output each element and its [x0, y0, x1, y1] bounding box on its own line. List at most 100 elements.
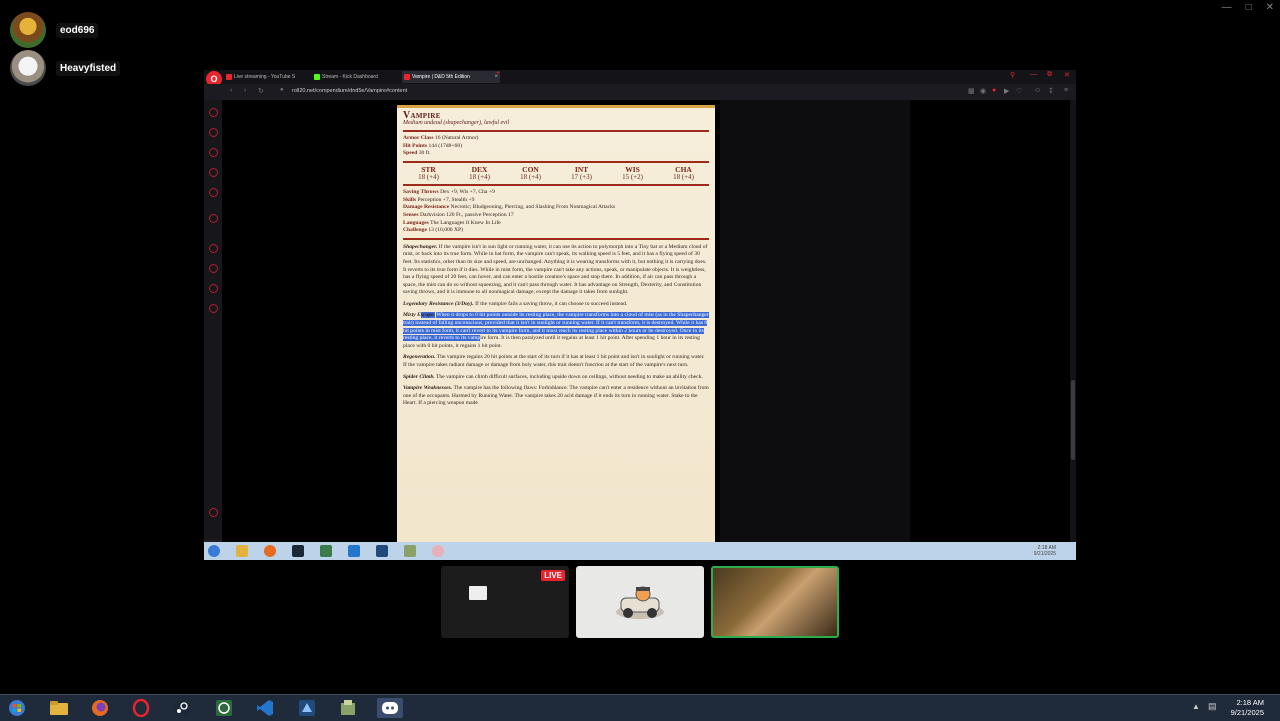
tab-kick[interactable]: Stream - Kick Dashboard × — [312, 71, 410, 83]
folder-icon[interactable] — [236, 545, 248, 557]
window-controls: — □ ✕ — [1222, 2, 1274, 13]
record-icon[interactable]: ● — [992, 87, 996, 94]
new-tab-icon[interactable]: + — [496, 70, 500, 77]
home-icon[interactable] — [209, 108, 218, 117]
trait-vampire-weaknesses: Vampire Weaknesses. The vampire has the … — [403, 385, 709, 407]
steam-icon[interactable] — [292, 545, 304, 557]
armor-class: Armor Class 16 (Natural Armor) — [403, 135, 479, 142]
minimize-icon[interactable]: — — [1030, 71, 1037, 78]
bookmark-icon[interactable] — [209, 304, 218, 313]
menu-icon[interactable]: ≡ — [1064, 87, 1068, 94]
stream-preview-screen[interactable]: LIVE — [441, 566, 569, 638]
opera-sidebar — [204, 100, 222, 540]
firefox-icon[interactable] — [89, 698, 111, 718]
avatar — [10, 50, 46, 86]
ability-str: STR 18 (+4) — [418, 164, 439, 181]
discord-icon[interactable] — [377, 698, 403, 718]
vscode-icon[interactable] — [348, 545, 360, 557]
history-icon[interactable] — [209, 128, 218, 137]
steam-icon[interactable] — [171, 698, 193, 718]
senses: Senses Darkvision 120 Ft., passive Perce… — [403, 211, 514, 218]
start-icon[interactable] — [208, 545, 220, 557]
ability-cha: CHA 18 (+4) — [673, 164, 694, 181]
restore-icon[interactable]: ⧉ — [1047, 71, 1052, 79]
ability-int: INT 17 (+3) — [571, 164, 592, 181]
firefox-icon[interactable] — [264, 545, 276, 557]
statblock-meta: Medium undead (shapechanger), lawful evi… — [403, 119, 510, 126]
voice-user-name: eod696 — [56, 22, 99, 38]
play-icon[interactable]: ▶ — [1004, 87, 1009, 95]
hit-points: Hit Points 144 (17d8+68) — [403, 142, 462, 149]
search-icon[interactable]: ⚲ — [1010, 71, 1015, 79]
voice-user[interactable]: eod696 — [10, 12, 99, 48]
address-bar: ‹ › ↻ ● roll20.net/compendium/dnd5e/Vamp… — [204, 84, 1076, 100]
voice-user-name: Heavyfisted — [56, 60, 121, 76]
maximize-icon[interactable]: □ — [1246, 2, 1252, 13]
trait-regeneration: Regeneration. The vampire regains 20 hit… — [403, 354, 705, 369]
tray-chevron-icon[interactable]: ▲ — [1192, 702, 1200, 711]
saving-throws: Saving Throws Dex +9, Wis +7, Cha +9 — [403, 189, 495, 196]
opera-icon[interactable] — [130, 698, 152, 718]
ability-scores: STR 18 (+4) DEX 18 (+4) CON 18 (+4) INT 17 (… — [403, 166, 709, 181]
damage-resistance: Damage Resistance Necrotic; Bludgeoning,… — [403, 204, 616, 211]
tab-vampire[interactable]: Vampire | D&D 5th Edition × — [402, 71, 500, 83]
ability-wis: WIS 15 (+2) — [622, 164, 643, 181]
voice-user[interactable]: Heavyfisted — [10, 50, 121, 86]
camera-icon[interactable]: ◉ — [980, 87, 986, 95]
live-badge: LIVE — [541, 570, 565, 581]
pinboard-icon[interactable] — [209, 188, 218, 197]
stream-preview-webcam[interactable] — [711, 566, 839, 638]
taskbar-clock[interactable]: 2:18 AM 9/21/2025 — [1231, 698, 1264, 718]
opera-icon[interactable] — [432, 545, 444, 557]
trait-legendary-resistance: Legendary Resistance (3/Day). If the vam… — [403, 300, 628, 307]
scrollbar[interactable] — [1070, 100, 1076, 542]
start-icon[interactable] — [6, 698, 28, 718]
languages: Languages The Languages It Knew In Life — [403, 219, 501, 226]
vscode-icon[interactable] — [254, 698, 276, 718]
minimize-icon[interactable]: — — [1222, 2, 1232, 13]
app-icon[interactable] — [337, 698, 359, 718]
tab-youtube[interactable]: Live streaming - YouTube S × — [224, 71, 320, 83]
more-icon[interactable] — [209, 508, 218, 517]
url-input[interactable]: roll20.net/compendium/dnd5e/Vampire#cont… — [292, 88, 407, 94]
twitch-icon[interactable] — [209, 168, 218, 177]
skills: Skills Perception +7, Stealth +9 — [403, 196, 475, 203]
ability-dex: DEX 18 (+4) — [469, 164, 490, 181]
app-icon[interactable] — [404, 545, 416, 557]
app-icon[interactable] — [213, 698, 235, 718]
close-icon[interactable]: ✕ — [1266, 2, 1274, 13]
trait-misty-escape[interactable]: Misty Escape. When it drops to 0 hit poi… — [403, 312, 709, 350]
back-icon[interactable]: ‹ — [230, 87, 232, 94]
youtube-icon — [226, 74, 232, 80]
send-icon[interactable] — [209, 244, 218, 253]
app-icon[interactable] — [320, 545, 332, 557]
scrollbar-thumb[interactable] — [1071, 380, 1075, 460]
speed: Speed 30 ft. — [403, 150, 431, 157]
car-mascot-icon — [616, 586, 664, 619]
taskbar: ▲ ▤ 2:18 AM 9/21/2025 — [0, 694, 1280, 721]
trait-spider-climb: Spider Climb. The vampire can climb diff… — [403, 373, 703, 380]
clock-icon[interactable] — [209, 264, 218, 273]
reload-icon[interactable]: ↻ — [258, 87, 264, 95]
settings-icon[interactable] — [209, 284, 218, 293]
forward-icon[interactable]: › — [244, 87, 246, 94]
inner-taskbar: 2:18 AM 9/21/2025 — [204, 542, 1076, 560]
extensions-icon[interactable]: ▦ — [968, 87, 975, 95]
profile-icon[interactable]: ☺ — [1034, 87, 1041, 94]
close-icon[interactable]: ✕ — [1064, 71, 1070, 79]
lock-icon: ● — [280, 87, 284, 93]
challenge: Challenge 13 (10,000 XP) — [403, 227, 463, 234]
app-icon[interactable] — [296, 698, 318, 718]
network-icon[interactable]: ▤ — [1208, 701, 1217, 712]
stream-preview-avatar[interactable] — [576, 566, 704, 638]
folder-icon[interactable] — [48, 698, 70, 718]
music-icon[interactable] — [209, 214, 218, 223]
app-icon[interactable] — [376, 545, 388, 557]
download-icon[interactable]: ↧ — [1048, 87, 1054, 95]
tab-bar: O Live streaming - YouTube S × Stream - … — [204, 70, 1076, 87]
inner-clock: 2:18 AM 9/21/2025 — [1033, 545, 1056, 557]
heart-icon[interactable]: ♡ — [1016, 87, 1022, 95]
screen-share-icon — [469, 586, 487, 600]
browser-window: O Live streaming - YouTube S × Stream - … — [204, 70, 1076, 560]
messenger-icon[interactable] — [209, 148, 218, 157]
